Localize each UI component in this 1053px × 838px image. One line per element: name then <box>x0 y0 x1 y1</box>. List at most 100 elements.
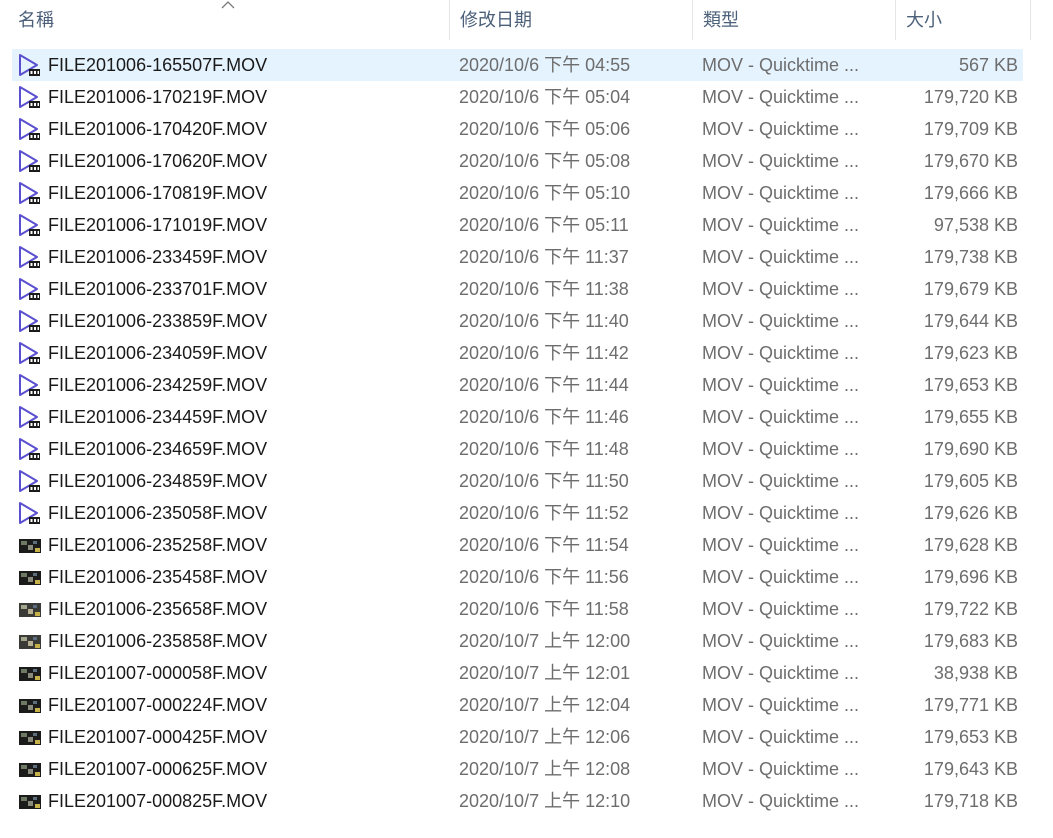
file-size: 179,666 KB <box>923 183 1018 203</box>
video-play-icon <box>19 86 40 108</box>
column-header-size[interactable]: 大小 <box>896 0 1031 40</box>
file-type: MOV - Quicktime ... <box>702 471 860 491</box>
file-row[interactable]: FILE201006-234259F.MOV 2020/10/6 下午 11:44… <box>12 369 1023 401</box>
file-size: 179,696 KB <box>923 567 1018 587</box>
file-name: FILE201006-235258F.MOV <box>48 535 268 555</box>
file-modified-date: 2020/10/7 上午 12:01 <box>459 663 631 683</box>
file-row[interactable]: FILE201006-235058F.MOV 2020/10/6 下午 11:52… <box>12 497 1023 529</box>
video-play-icon <box>19 470 40 492</box>
video-thumbnail-icon <box>19 731 41 745</box>
video-play-icon <box>19 182 40 204</box>
file-row[interactable]: FILE201006-170819F.MOV 2020/10/6 下午 05:10… <box>12 177 1023 209</box>
column-header-modified[interactable]: 修改日期 <box>450 0 693 40</box>
file-type: MOV - Quicktime ... <box>702 503 860 523</box>
video-thumbnail-icon <box>19 667 41 681</box>
video-play-icon <box>19 278 40 300</box>
video-play-icon <box>19 214 40 236</box>
file-name: FILE201006-234859F.MOV <box>48 471 268 491</box>
file-size: 179,628 KB <box>923 535 1018 555</box>
file-row[interactable]: FILE201006-233701F.MOV 2020/10/6 下午 11:38… <box>12 273 1023 305</box>
file-name: FILE201006-234059F.MOV <box>48 343 268 363</box>
file-modified-date: 2020/10/7 上午 12:06 <box>459 727 631 747</box>
video-thumbnail-icon <box>19 571 41 585</box>
file-row[interactable]: FILE201006-235258F.MOV 2020/10/6 下午 11:54… <box>12 529 1023 561</box>
video-play-icon <box>19 54 40 76</box>
file-type: MOV - Quicktime ... <box>702 759 860 779</box>
file-type: MOV - Quicktime ... <box>702 535 860 555</box>
file-row[interactable]: FILE201006-233459F.MOV 2020/10/6 下午 11:37… <box>12 241 1023 273</box>
file-size: 179,623 KB <box>923 343 1018 363</box>
file-type: MOV - Quicktime ... <box>702 663 860 683</box>
file-modified-date: 2020/10/6 下午 05:08 <box>459 151 631 171</box>
file-modified-date: 2020/10/6 下午 11:48 <box>459 439 629 459</box>
file-size: 179,679 KB <box>923 279 1018 299</box>
file-name: FILE201006-170219F.MOV <box>48 87 268 107</box>
file-size: 179,655 KB <box>923 407 1018 427</box>
video-thumbnail-icon <box>19 699 41 713</box>
column-header-type-label: 類型 <box>703 10 739 30</box>
file-row[interactable]: FILE201006-170620F.MOV 2020/10/6 下午 05:08… <box>12 145 1023 177</box>
file-row[interactable]: FILE201007-000425F.MOV 2020/10/7 上午 12:06… <box>12 721 1023 753</box>
file-modified-date: 2020/10/7 上午 12:10 <box>459 791 631 811</box>
file-name: FILE201006-234459F.MOV <box>48 407 268 427</box>
file-type: MOV - Quicktime ... <box>702 599 860 619</box>
file-row[interactable]: FILE201007-000825F.MOV 2020/10/7 上午 12:10… <box>12 785 1023 817</box>
file-size: 179,605 KB <box>923 471 1018 491</box>
file-row[interactable]: FILE201006-170420F.MOV 2020/10/6 下午 05:06… <box>12 113 1023 145</box>
file-row[interactable]: FILE201006-235458F.MOV 2020/10/6 下午 11:56… <box>12 561 1023 593</box>
file-size: 179,738 KB <box>923 247 1018 267</box>
file-type: MOV - Quicktime ... <box>702 247 860 267</box>
file-name: FILE201007-000625F.MOV <box>48 759 268 779</box>
file-row[interactable]: FILE201006-170219F.MOV 2020/10/6 下午 05:04… <box>12 81 1023 113</box>
file-size: 179,626 KB <box>923 503 1018 523</box>
column-header-name-label: 名稱 <box>18 10 54 30</box>
file-row[interactable]: FILE201006-235858F.MOV 2020/10/7 上午 12:00… <box>12 625 1023 657</box>
video-thumbnail-icon <box>19 635 41 649</box>
file-modified-date: 2020/10/7 上午 12:00 <box>459 631 631 651</box>
file-row[interactable]: FILE201006-234659F.MOV 2020/10/6 下午 11:48… <box>12 433 1023 465</box>
file-size: 179,709 KB <box>923 119 1018 139</box>
video-play-icon <box>19 438 40 460</box>
file-row[interactable]: FILE201006-234059F.MOV 2020/10/6 下午 11:42… <box>12 337 1023 369</box>
file-row[interactable]: FILE201006-233859F.MOV 2020/10/6 下午 11:40… <box>12 305 1023 337</box>
column-header-size-label: 大小 <box>906 10 942 30</box>
file-name: FILE201006-171019F.MOV <box>48 215 268 235</box>
file-row[interactable]: FILE201006-235658F.MOV 2020/10/6 下午 11:58… <box>12 593 1023 625</box>
file-row[interactable]: FILE201006-234859F.MOV 2020/10/6 下午 11:50… <box>12 465 1023 497</box>
file-row[interactable]: FILE201007-000625F.MOV 2020/10/7 上午 12:08… <box>12 753 1023 785</box>
file-type: MOV - Quicktime ... <box>702 183 860 203</box>
video-play-icon <box>19 118 40 140</box>
file-type: MOV - Quicktime ... <box>702 727 860 747</box>
file-size: 179,690 KB <box>923 439 1018 459</box>
file-modified-date: 2020/10/6 下午 04:55 <box>459 55 631 75</box>
file-row[interactable]: FILE201007-000058F.MOV 2020/10/7 上午 12:01… <box>12 657 1023 689</box>
file-name: FILE201007-000825F.MOV <box>48 791 268 811</box>
file-row[interactable]: FILE201007-000224F.MOV 2020/10/7 上午 12:04… <box>12 689 1023 721</box>
file-name: FILE201007-000425F.MOV <box>48 727 268 747</box>
file-modified-date: 2020/10/7 上午 12:08 <box>459 759 631 779</box>
column-header-type[interactable]: 類型 <box>693 0 896 40</box>
file-modified-date: 2020/10/6 下午 11:44 <box>459 375 629 395</box>
video-play-icon <box>19 342 40 364</box>
file-size: 179,643 KB <box>923 759 1018 779</box>
video-play-icon <box>19 150 40 172</box>
file-name: FILE201006-235458F.MOV <box>48 567 268 587</box>
file-type: MOV - Quicktime ... <box>702 407 860 427</box>
file-type: MOV - Quicktime ... <box>702 791 860 811</box>
file-modified-date: 2020/10/6 下午 05:10 <box>459 183 631 203</box>
file-row[interactable]: FILE201006-171019F.MOV 2020/10/6 下午 05:11… <box>12 209 1023 241</box>
file-row[interactable]: FILE201006-234459F.MOV 2020/10/6 下午 11:46… <box>12 401 1023 433</box>
file-modified-date: 2020/10/7 上午 12:04 <box>459 695 631 715</box>
file-type: MOV - Quicktime ... <box>702 631 860 651</box>
file-row[interactable]: FILE201006-165507F.MOV 2020/10/6 下午 04:55… <box>12 49 1023 81</box>
video-thumbnail-icon <box>19 763 41 777</box>
file-size: 179,720 KB <box>923 87 1018 107</box>
file-modified-date: 2020/10/6 下午 11:50 <box>459 471 629 491</box>
file-name: FILE201006-233859F.MOV <box>48 311 268 331</box>
file-modified-date: 2020/10/6 下午 11:42 <box>459 343 629 363</box>
file-type: MOV - Quicktime ... <box>702 55 860 75</box>
video-play-icon <box>19 374 40 396</box>
file-type: MOV - Quicktime ... <box>702 343 860 363</box>
file-name: FILE201006-234259F.MOV <box>48 375 268 395</box>
file-type: MOV - Quicktime ... <box>702 87 860 107</box>
